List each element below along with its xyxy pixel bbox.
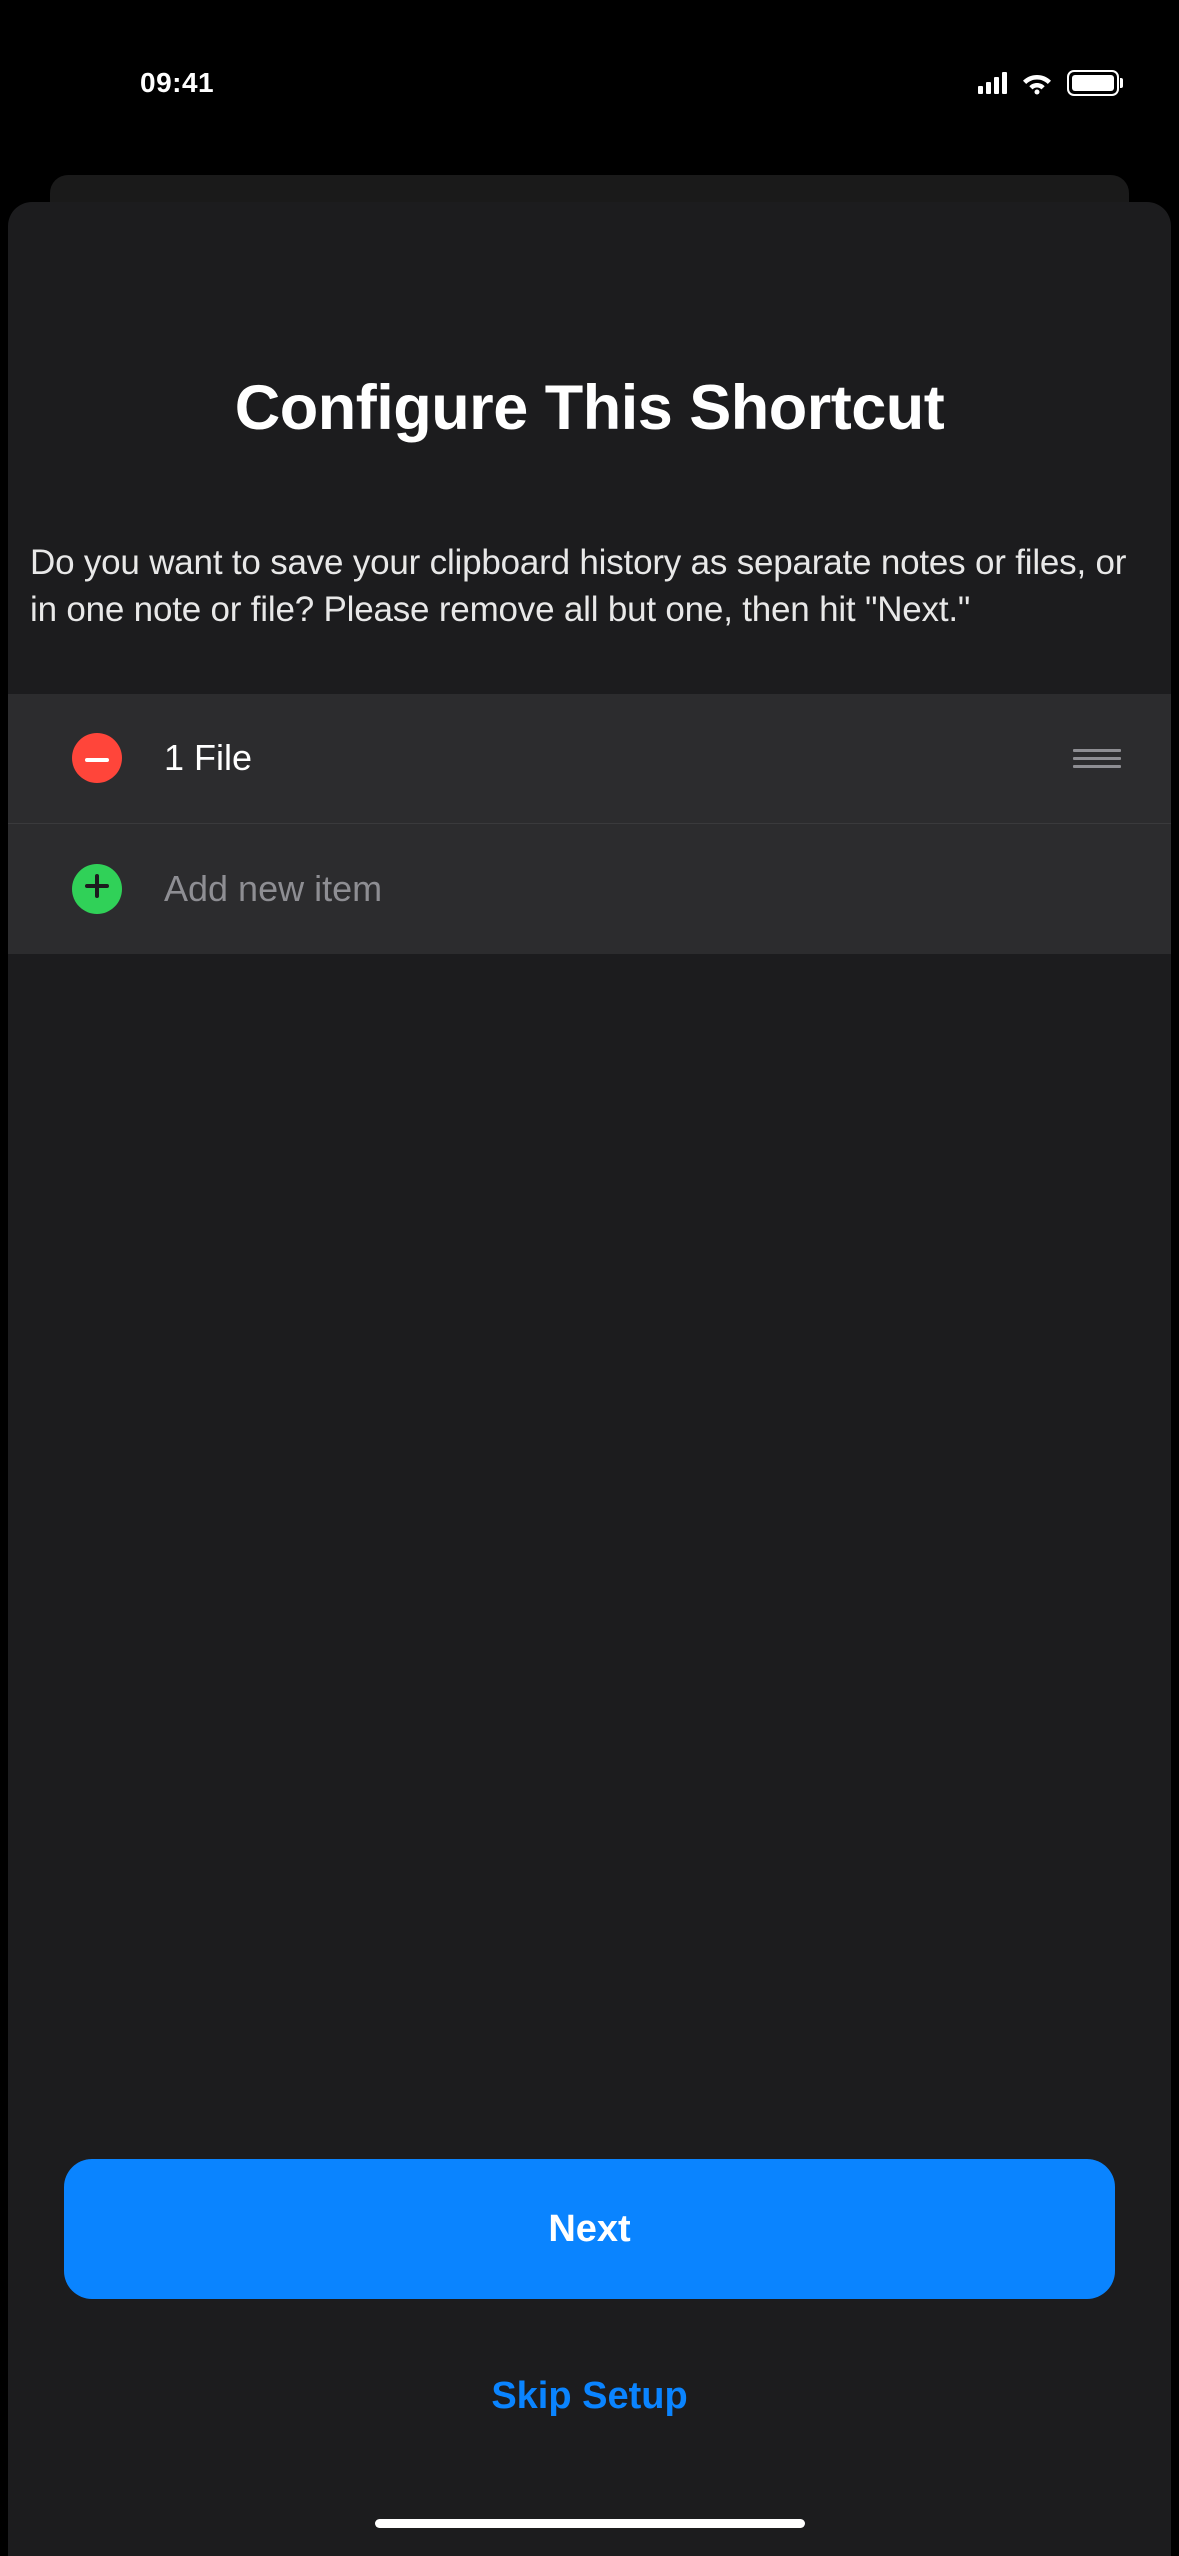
plus-icon: [85, 874, 109, 903]
list-item[interactable]: 1 File: [8, 694, 1171, 824]
status-bar: 09:41: [0, 0, 1179, 130]
page-title: Configure This Shortcut: [30, 372, 1149, 444]
signal-icon: [978, 72, 1007, 94]
status-time: 09:41: [140, 67, 214, 99]
description-text: Do you want to save your clipboard histo…: [30, 539, 1149, 634]
battery-icon: [1067, 70, 1119, 96]
status-indicators: [978, 70, 1119, 96]
add-item-button[interactable]: [72, 864, 122, 914]
add-item-placeholder: Add new item: [164, 868, 1139, 910]
configure-sheet: Configure This Shortcut Do you want to s…: [8, 202, 1171, 2556]
add-item-row[interactable]: Add new item: [8, 824, 1171, 954]
items-list: 1 File Add new item: [8, 694, 1171, 954]
item-label: 1 File: [164, 737, 1073, 779]
footer: Next Skip Setup: [8, 2159, 1171, 2556]
remove-item-button[interactable]: [72, 733, 122, 783]
next-button[interactable]: Next: [64, 2159, 1115, 2299]
skip-setup-button[interactable]: Skip Setup: [64, 2357, 1115, 2436]
minus-icon: [85, 749, 109, 767]
wifi-icon: [1019, 70, 1055, 96]
home-indicator[interactable]: [375, 2519, 805, 2528]
drag-handle-icon[interactable]: [1073, 749, 1121, 768]
